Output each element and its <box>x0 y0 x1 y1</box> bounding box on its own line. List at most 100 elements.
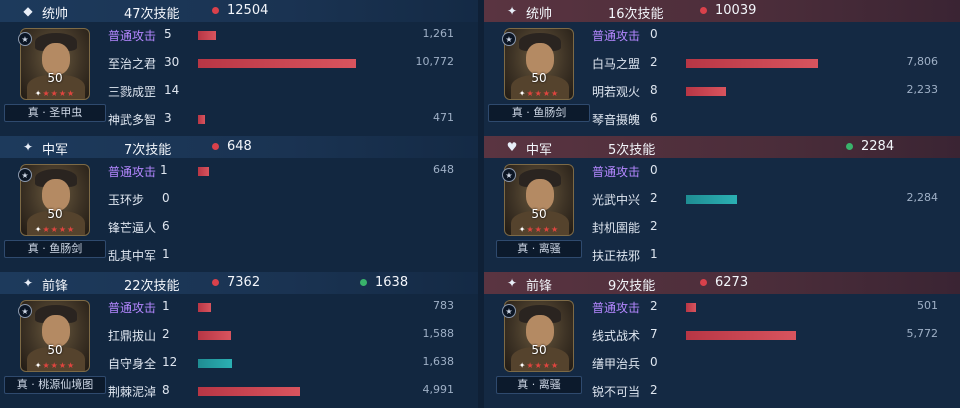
star-icon: ✦ <box>22 140 34 154</box>
skill-value: 5,772 <box>906 327 939 340</box>
skill-row: 扛鼎拔山 2 1,588 <box>0 322 478 350</box>
damage-dot-icon <box>212 7 219 14</box>
skill-row: 玉环步 0 <box>0 186 478 214</box>
panel-header: ✦ 前锋 9次技能 6273 <box>484 272 960 294</box>
skill-name: 三戮成罡 <box>108 85 157 99</box>
skill-row: 三戮成罡 14 <box>0 78 478 106</box>
skill-row: 缮甲治兵 0 <box>484 350 960 378</box>
skill-name: 自守身全 <box>108 357 157 371</box>
skill-name: 普通攻击 <box>108 301 157 315</box>
skill-count-value: 2 <box>162 327 170 341</box>
skill-count-value: 2 <box>650 219 658 233</box>
panel-body: 50 ✦★★★★ ★ 真 · 鱼肠剑 普通攻击 1 648 玉环步 0 锋芒逼人 6 乱其中军 1 <box>0 158 478 272</box>
panel-header: ✦ 中军 7次技能 648 <box>0 136 478 158</box>
star-icon: ✦ <box>22 276 34 290</box>
general-panel: ✦ 前锋 22次技能 7362 1638 50 ✦★★★★ ★ 真 · 桃源仙境图 普通攻击 1 78… <box>0 272 478 408</box>
skill-row: 普通攻击 1 783 <box>0 294 478 322</box>
damage-total: 10039 <box>700 3 756 18</box>
heart-shield-icon: ♥ <box>506 140 518 154</box>
skill-damage-bar <box>198 303 211 312</box>
skill-name: 普通攻击 <box>592 301 641 315</box>
skill-row: 明若观火 8 2,233 <box>484 78 960 106</box>
skill-count-value: 1 <box>160 163 168 177</box>
damage-value: 12504 <box>227 3 269 18</box>
skill-value: 4,991 <box>422 383 455 396</box>
damage-total: 7362 <box>212 275 260 290</box>
skill-row: 普通攻击 2 501 <box>484 294 960 322</box>
skill-name: 普通攻击 <box>592 29 641 43</box>
skill-damage-bar <box>686 59 818 68</box>
general-panel: ✦ 中军 7次技能 648 50 ✦★★★★ ★ 真 · 鱼肠剑 普通攻击 1 648 玉环步 0 锋芒逼… <box>0 136 478 272</box>
skill-name: 扛鼎拔山 <box>108 329 157 343</box>
skill-count-value: 1 <box>162 299 170 313</box>
panel-body: 50 ✦★★★★ ★ 真 · 桃源仙境图 普通攻击 1 783 扛鼎拔山 2 1,588 自守身全 1… <box>0 294 478 408</box>
skill-row: 普通攻击 1 648 <box>0 158 478 186</box>
skill-value: 1,261 <box>422 27 455 40</box>
skill-damage-bar <box>198 167 209 176</box>
heal-total: 1638 <box>360 275 408 290</box>
damage-dot-icon <box>700 279 707 286</box>
general-panel: ✦ 前锋 9次技能 6273 50 ✦★★★★ ★ 真 · 离骚 普通攻击 2 501 线式战术 7 5,… <box>484 272 960 408</box>
skill-row: 线式战术 7 5,772 <box>484 322 960 350</box>
skill-damage-bar <box>686 87 726 96</box>
panel-body: 50 ✦★★★★ ★ 真 · 圣甲虫 普通攻击 5 1,261 至治之君 30 10,772 三戮成… <box>0 22 478 136</box>
role-label: 统帅 <box>526 7 553 22</box>
skill-value: 648 <box>433 163 454 176</box>
damage-dot-icon <box>212 143 219 150</box>
skill-damage-bar <box>198 331 231 340</box>
damage-total: 6273 <box>700 275 748 290</box>
skill-damage-bar <box>198 59 356 68</box>
skill-name: 琴音摄魄 <box>592 113 641 127</box>
skill-name: 普通攻击 <box>108 29 157 43</box>
skill-count-value: 1 <box>162 247 170 261</box>
heal-dot-icon <box>846 143 853 150</box>
skill-name: 缮甲治兵 <box>592 357 641 371</box>
skill-count: 47次技能 <box>124 7 180 22</box>
skill-name: 普通攻击 <box>108 165 157 179</box>
skill-count-value: 0 <box>650 355 658 369</box>
skill-name: 光武中兴 <box>592 193 641 207</box>
heal-total: 2284 <box>846 139 894 154</box>
general-panel: ♥ 中军 5次技能 2284 50 ✦★★★★ ★ 真 · 离骚 普通攻击 0 光武中兴 2 2,284… <box>484 136 960 272</box>
skill-value: 7,806 <box>906 55 939 68</box>
skill-name: 玉环步 <box>108 193 145 207</box>
skill-value: 783 <box>433 299 454 312</box>
skill-row: 封机圉能 2 <box>484 214 960 242</box>
skill-name: 锐不可当 <box>592 385 641 399</box>
skill-row: 光武中兴 2 2,284 <box>484 186 960 214</box>
skill-name: 白马之盟 <box>592 57 641 71</box>
commander-flag-icon: ◆ <box>23 4 33 18</box>
skill-name: 乱其中军 <box>108 249 157 263</box>
skill-row: 扶正祛邪 1 <box>484 242 960 270</box>
skill-damage-bar <box>686 303 696 312</box>
skill-row: 乱其中军 1 <box>0 242 478 270</box>
skill-value: 10,772 <box>415 55 455 68</box>
skill-name: 荆棘泥淖 <box>108 385 157 399</box>
skill-damage-bar <box>686 331 796 340</box>
panel-body: 50 ✦★★★★ ★ 真 · 鱼肠剑 普通攻击 0 白马之盟 2 7,806 明若观火 8 2,233… <box>484 22 960 136</box>
role-label: 中军 <box>42 143 69 158</box>
role-label: 中军 <box>526 143 553 158</box>
skill-count-value: 6 <box>162 219 170 233</box>
skill-name: 锋芒逼人 <box>108 221 157 235</box>
skill-count-value: 2 <box>650 299 658 313</box>
skill-damage-bar <box>198 115 205 124</box>
skill-row: 普通攻击 0 <box>484 22 960 50</box>
skill-count-value: 0 <box>162 191 170 205</box>
heal-dot-icon <box>360 279 367 286</box>
skill-damage-bar <box>686 195 737 204</box>
skill-value: 501 <box>917 299 938 312</box>
skill-count-value: 2 <box>650 191 658 205</box>
damage-dot-icon <box>700 7 707 14</box>
damage-value: 6273 <box>715 275 749 290</box>
skill-name: 神武多智 <box>108 113 157 127</box>
skill-row: 锐不可当 2 <box>484 378 960 406</box>
skill-value: 1,588 <box>422 327 455 340</box>
star-icon: ✦ <box>506 4 518 18</box>
skill-value: 1,638 <box>422 355 455 368</box>
skill-count: 22次技能 <box>124 279 180 294</box>
skill-count: 7次技能 <box>124 143 172 158</box>
skill-row: 至治之君 30 10,772 <box>0 50 478 78</box>
panel-body: 50 ✦★★★★ ★ 真 · 离骚 普通攻击 0 光武中兴 2 2,284 封机圉能 2 扶正祛邪 1 <box>484 158 960 272</box>
damage-total: 12504 <box>212 3 268 18</box>
